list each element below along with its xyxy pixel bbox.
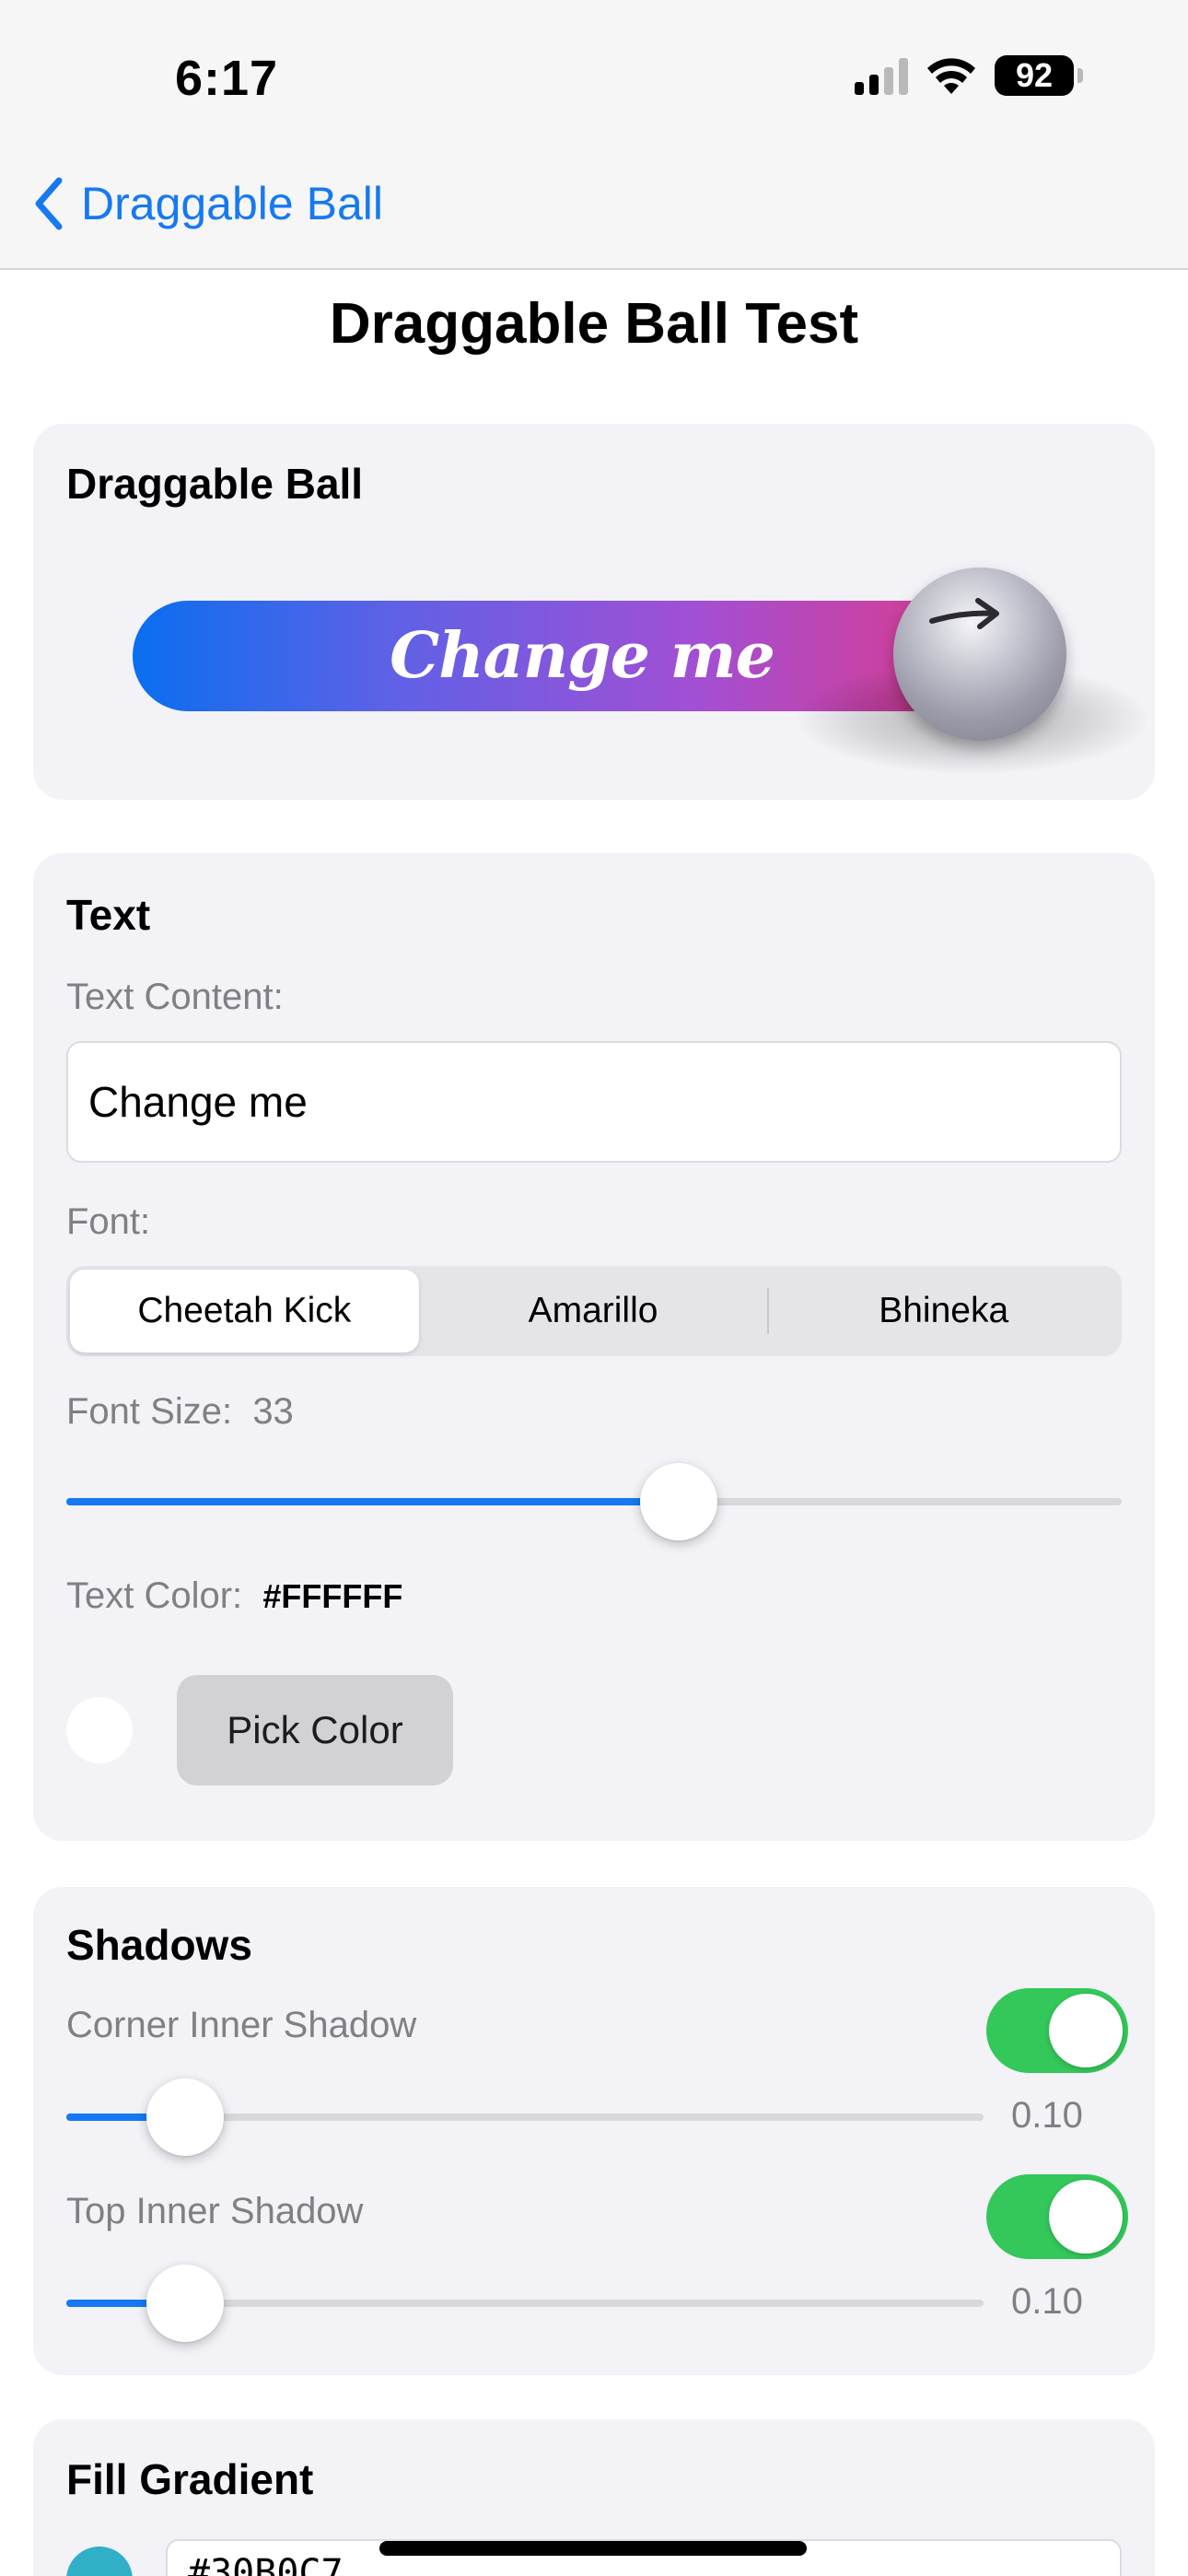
wifi-icon	[927, 58, 975, 94]
text-content-label: Text Content:	[66, 977, 284, 1017]
page-title: Draggable Ball Test	[329, 292, 859, 356]
corner-shadow-label: Corner Inner Shadow	[66, 2005, 417, 2045]
font-size-title: Font Size:	[66, 1391, 233, 1432]
font-size-value: 33	[252, 1391, 294, 1432]
arrow-right-icon	[929, 598, 999, 629]
text-color-label: Text Color:	[66, 1575, 243, 1616]
preview-card: Draggable Ball Change me	[33, 424, 1155, 800]
pick-color-button[interactable]: Pick Color	[177, 1675, 453, 1786]
back-label: Draggable Ball	[81, 178, 383, 229]
preview-text: Change me	[390, 619, 775, 693]
slider-thumb[interactable]	[146, 2078, 225, 2156]
fill-gradient-heading: Fill Gradient	[66, 2455, 314, 2503]
corner-shadow-value: 0.10	[1011, 2095, 1083, 2136]
status-icons: 92	[855, 55, 1083, 96]
text-color-swatch[interactable]	[66, 1697, 133, 1763]
top-shadow-slider[interactable]	[66, 2265, 984, 2342]
font-option-bhineka[interactable]: Bhineka	[769, 1270, 1118, 1352]
gradient-stop-swatch[interactable]	[66, 2547, 133, 2576]
font-segmented-control[interactable]: Cheetah Kick Amarillo Bhineka	[66, 1266, 1122, 1356]
battery-icon: 92	[995, 55, 1074, 96]
cellular-signal-icon	[855, 56, 908, 95]
text-color-value: #FFFFFF	[262, 1577, 403, 1615]
corner-shadow-slider[interactable]	[66, 2078, 984, 2156]
font-option-amarillo[interactable]: Amarillo	[419, 1270, 768, 1352]
font-label: Font:	[66, 1201, 151, 1242]
text-heading: Text	[66, 891, 151, 939]
text-color-row: Text Color: #FFFFFF	[66, 1575, 402, 1617]
slider-thumb[interactable]	[639, 1463, 717, 1540]
top-shadow-label: Top Inner Shadow	[66, 2191, 364, 2231]
slider-thumb[interactable]	[146, 2265, 225, 2342]
status-time: 6:17	[175, 51, 279, 106]
draggable-ball[interactable]	[893, 568, 1066, 741]
shadows-heading: Shadows	[66, 1921, 252, 1969]
font-size-slider[interactable]	[66, 1463, 1122, 1540]
font-size-label: Font Size: 33	[66, 1391, 294, 1433]
shadows-card: Shadows Corner Inner Shadow 0.10 Top Inn…	[33, 1887, 1155, 2375]
home-indicator	[379, 2541, 807, 2556]
text-settings-card: Text Text Content: Change me Font: Cheet…	[33, 853, 1155, 1841]
navigation-header: 6:17 92 Draggable Ball	[0, 0, 1188, 270]
preview-heading: Draggable Ball	[66, 460, 364, 508]
top-shadow-value: 0.10	[1011, 2281, 1083, 2322]
chevron-left-icon	[35, 177, 63, 230]
top-shadow-toggle[interactable]	[986, 2174, 1128, 2259]
font-option-cheetah-kick[interactable]: Cheetah Kick	[70, 1270, 419, 1352]
corner-shadow-toggle[interactable]	[986, 1988, 1128, 2073]
back-button[interactable]: Draggable Ball	[33, 177, 383, 230]
text-content-input[interactable]: Change me	[66, 1041, 1122, 1163]
